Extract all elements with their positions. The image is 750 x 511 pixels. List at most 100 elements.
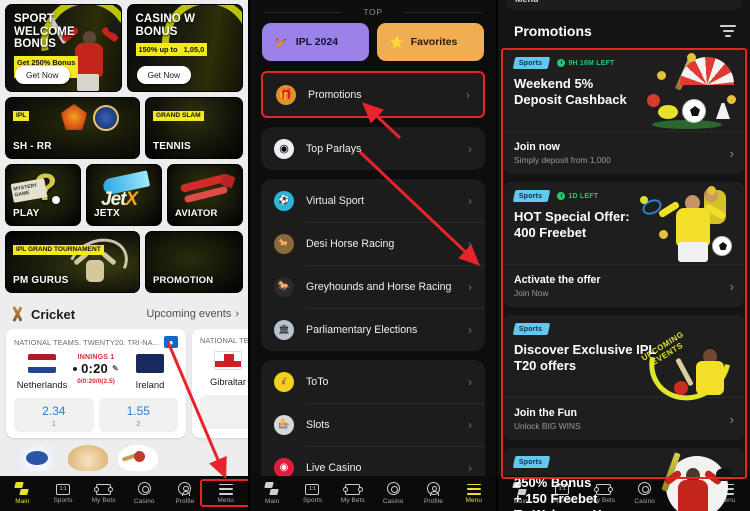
chip-label: IPL 2024: [295, 36, 339, 48]
promotions-list: Sports 9H 16M LEFT Weekend 5% Deposit Ca…: [498, 49, 750, 511]
team-name: Ireland: [135, 379, 165, 390]
nav-item-sports[interactable]: 1:1 Sports: [292, 483, 332, 505]
profile-icon: [426, 482, 440, 496]
banner-title: SPORT WELCOME BONUS: [14, 13, 75, 50]
odd-button[interactable]: 4.30 1: [200, 395, 248, 429]
menu-item-promotions[interactable]: 🎁 Promotions ›: [263, 73, 483, 116]
tile-promotion[interactable]: PROMOTION: [144, 231, 243, 293]
cricket-section-header: Cricket Upcoming events ›: [6, 304, 242, 329]
cricket-bats-icon: [9, 306, 25, 322]
promotion-card[interactable]: Sports 1D LEFT HOT Special Offer: 400 Fr…: [504, 182, 744, 307]
welcome-banner-row: SPORT WELCOME BONUS Get 250% Bonus + 150…: [5, 4, 243, 92]
chevron-right-icon: ›: [729, 278, 734, 294]
timer-label: 9H 16M LEFT: [568, 59, 615, 67]
timer-badge: 1D LEFT: [557, 192, 598, 200]
menu-item-slots[interactable]: 🎰 Slots ›: [261, 403, 485, 446]
category-icon[interactable]: [118, 445, 158, 471]
nav-item-menu[interactable]: Menu: [199, 478, 248, 508]
odd-button[interactable]: 1.55 2: [98, 398, 178, 432]
menu-item-parliamentary-elections[interactable]: 🏛 Parliamentary Elections ›: [261, 308, 485, 351]
main-promo-scroll: SPORT WELCOME BONUS Get 250% Bonus + 150…: [0, 0, 248, 293]
chevron-right-icon: ›: [468, 417, 472, 432]
promotion-card[interactable]: UPCOMING EVENTS Sports Discover Exclusiv…: [504, 315, 744, 440]
nav-item-profile[interactable]: Profile: [165, 482, 205, 505]
nav-label: Menu: [465, 497, 482, 505]
star-icon: ⭐: [390, 36, 404, 49]
menu-item-top-parlays[interactable]: ◉ Top Parlays ›: [261, 127, 485, 170]
category-icon[interactable]: [68, 445, 108, 471]
menu-item-desi-horse-racing[interactable]: 🐎 Desi Horse Racing ›: [261, 222, 485, 265]
promotion-card[interactable]: Sports 250% Bonus + 150 Freebet To Welco…: [504, 448, 744, 511]
category-icon[interactable]: [18, 445, 58, 471]
get-now-button[interactable]: Get Now: [136, 66, 192, 84]
event-card[interactable]: NATIONAL TEAMS. TWENTY20. TRI-NATIO... ●…: [6, 329, 186, 438]
greyhound-icon: 🐎: [274, 276, 294, 297]
stream-icon[interactable]: ●: [164, 336, 178, 348]
chevron-right-icon: ›: [235, 308, 239, 320]
promotion-cta[interactable]: Join now Simply deposit from 1,000 ›: [504, 131, 744, 174]
odd-label: 1: [200, 416, 248, 425]
get-now-button[interactable]: Get Now: [15, 66, 70, 84]
event-card[interactable]: NATIONAL TEAMS. Gibraltar ✎ 14: [192, 329, 248, 438]
nav-item-profile[interactable]: Profile: [413, 482, 453, 505]
sports-tile-row: IPL SH - RR GRAND SLAM TENNIS: [5, 97, 243, 159]
panel-promotions-screen: Menu ··· Promotions: [496, 0, 750, 511]
tile-jetx[interactable]: JetX JETX: [86, 164, 162, 226]
bottom-nav-main: Main 1:1 Sports My Bets Casino Profile M…: [0, 476, 248, 511]
nav-item-casino[interactable]: Casino: [373, 482, 413, 505]
sport-welcome-bonus-banner[interactable]: SPORT WELCOME BONUS Get 250% Bonus + 150…: [5, 4, 122, 92]
page-title: Promotions: [514, 23, 592, 39]
nav-item-my-bets[interactable]: My Bets: [84, 483, 124, 504]
chip-favorites[interactable]: ⭐ Favorites: [377, 23, 484, 61]
tile-mystery-game[interactable]: ? MYSTERYGAME PLAY: [5, 164, 81, 226]
odd-button[interactable]: 2.34 1: [14, 398, 94, 432]
nav-item-main[interactable]: Main: [252, 481, 292, 505]
menu-item-greyhounds-horse-racing[interactable]: 🐎 Greyhounds and Horse Racing ›: [261, 265, 485, 308]
nav-label: My Bets: [340, 497, 365, 505]
sports-tag: Sports: [512, 190, 551, 202]
promotion-card[interactable]: Sports 9H 16M LEFT Weekend 5% Deposit Ca…: [504, 49, 744, 174]
odd-label: 2: [136, 419, 141, 428]
innings-label: INNINGS 1: [77, 354, 115, 361]
team-away: Ireland: [122, 354, 178, 390]
upcoming-events-link[interactable]: Upcoming events ›: [146, 308, 239, 320]
menu-group-promotions: 🎁 Promotions ›: [261, 71, 485, 118]
menu-group-sports: ⚽ Virtual Sport › 🐎 Desi Horse Racing › …: [261, 179, 485, 351]
event-status: INNINGS 1 0:20 ✎ 0/0:20/0(2.5): [70, 354, 122, 385]
team-name: Netherlands: [16, 379, 68, 390]
nav-label: Sports: [302, 497, 323, 505]
filter-icon[interactable]: [720, 25, 736, 37]
partial-top-card: Menu ···: [498, 0, 750, 14]
menu-item-toto[interactable]: 💰 ToTo ›: [261, 360, 485, 403]
chevron-right-icon: ›: [468, 193, 472, 208]
casino-welcome-bonus-banner[interactable]: CASINO W BONUS 150% up to 1,05,0 Get Now: [126, 4, 243, 92]
event-league: NATIONAL TEAMS. TWENTY20. TRI-NATIO...: [14, 337, 160, 347]
toto-icon: 💰: [274, 371, 294, 392]
promotion-cta[interactable]: Join the Fun Unlock BIG WINS ›: [504, 397, 744, 440]
nav-item-my-bets[interactable]: My Bets: [333, 483, 373, 505]
tile-pm-gurus[interactable]: IPL GRAND TOURNAMENT PM GURUS: [5, 231, 140, 293]
nav-item-main[interactable]: Main: [2, 481, 42, 505]
nav-item-sports[interactable]: 1:1 Sports: [43, 483, 83, 504]
main-icon: [14, 481, 30, 496]
nav-item-casino[interactable]: Casino: [124, 482, 164, 505]
tile-label: AVIATOR: [175, 208, 218, 219]
bottom-nav-menu: Main 1:1 Sports My Bets Casino Profile M…: [250, 476, 496, 511]
flag-gibraltar-icon: [214, 351, 242, 370]
tile-tennis[interactable]: GRAND SLAM TENNIS: [144, 97, 243, 159]
tile-ipl-match[interactable]: IPL SH - RR: [5, 97, 140, 159]
tile-label: SH - RR: [13, 141, 52, 152]
cta-subtitle: Join Now: [514, 288, 549, 298]
parlay-icon: ◉: [274, 138, 294, 159]
tile-chip: GRAND SLAM: [152, 110, 204, 121]
profile-icon: [178, 482, 192, 496]
promotion-cta[interactable]: Activate the offer Join Now ›: [504, 264, 744, 307]
chip-ipl-2024[interactable]: 🏏 IPL 2024: [262, 23, 369, 61]
nav-label: Casino: [134, 497, 155, 505]
partial-top-label: Menu ···: [515, 0, 550, 4]
menu-item-label: Top Parlays: [306, 142, 362, 155]
menu-item-label: Promotions: [308, 88, 362, 101]
nav-item-menu[interactable]: Menu: [454, 483, 494, 505]
menu-item-virtual-sport[interactable]: ⚽ Virtual Sport ›: [261, 179, 485, 222]
tile-aviator[interactable]: AVIATOR: [167, 164, 243, 226]
